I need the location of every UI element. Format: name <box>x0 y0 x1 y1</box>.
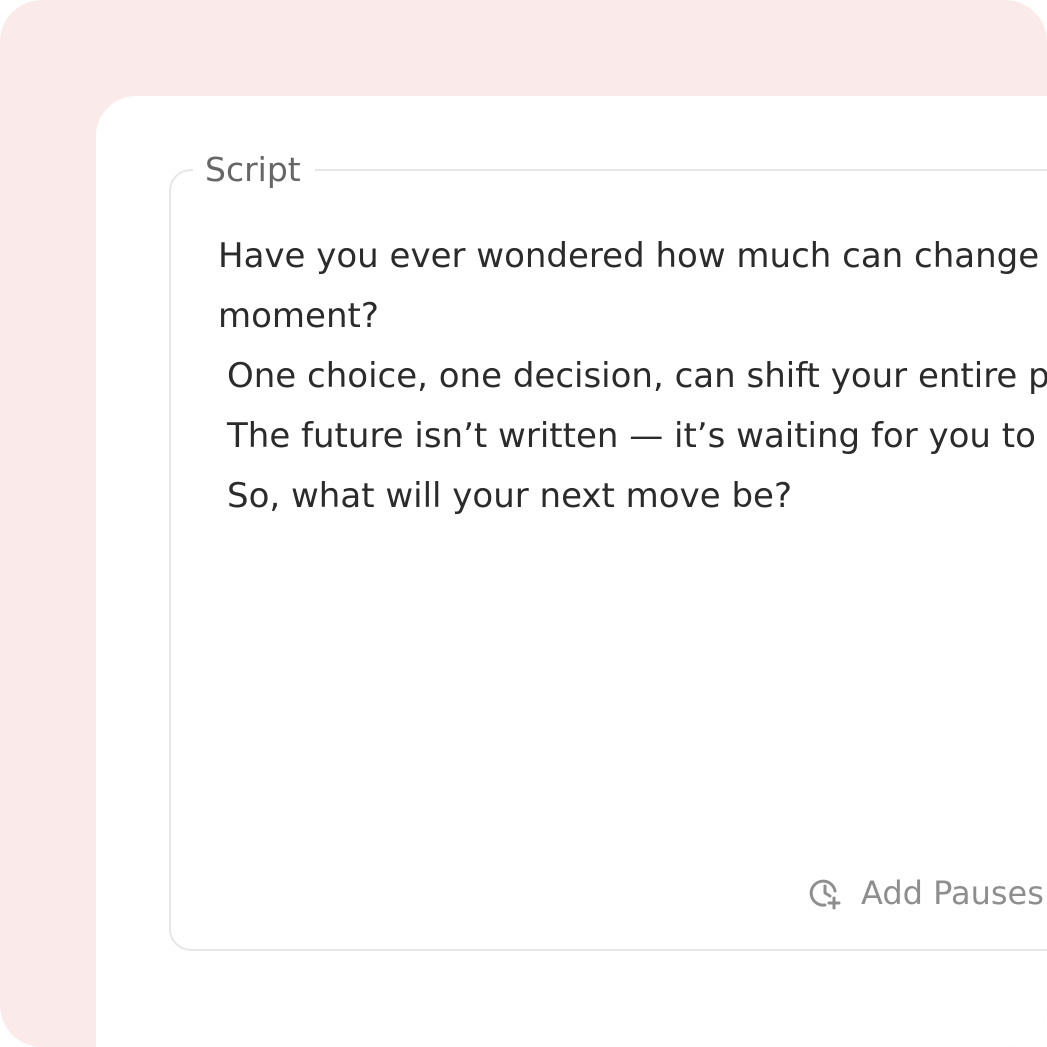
script-line: One choice, one decision, can shift your… <box>227 356 1047 396</box>
script-text-area[interactable]: Have you ever wondered how much can chan… <box>218 226 1047 526</box>
script-line: So, what will your next move be? <box>227 476 792 516</box>
script-line: moment? <box>218 296 379 336</box>
script-legend: Script <box>193 148 315 192</box>
app-frame: Script Have you ever wondered how much c… <box>0 0 1047 1047</box>
script-line: Have you ever wondered how much can chan… <box>218 236 1047 276</box>
script-fieldset: Script Have you ever wondered how much c… <box>169 148 1047 951</box>
clock-plus-icon <box>809 879 841 910</box>
script-card: Script Have you ever wondered how much c… <box>96 96 1047 1047</box>
script-line: The future isn’t written — it’s waiting … <box>227 416 1047 456</box>
add-pauses-button[interactable]: Add Pauses <box>807 873 1044 913</box>
add-pauses-label: Add Pauses <box>861 874 1044 912</box>
